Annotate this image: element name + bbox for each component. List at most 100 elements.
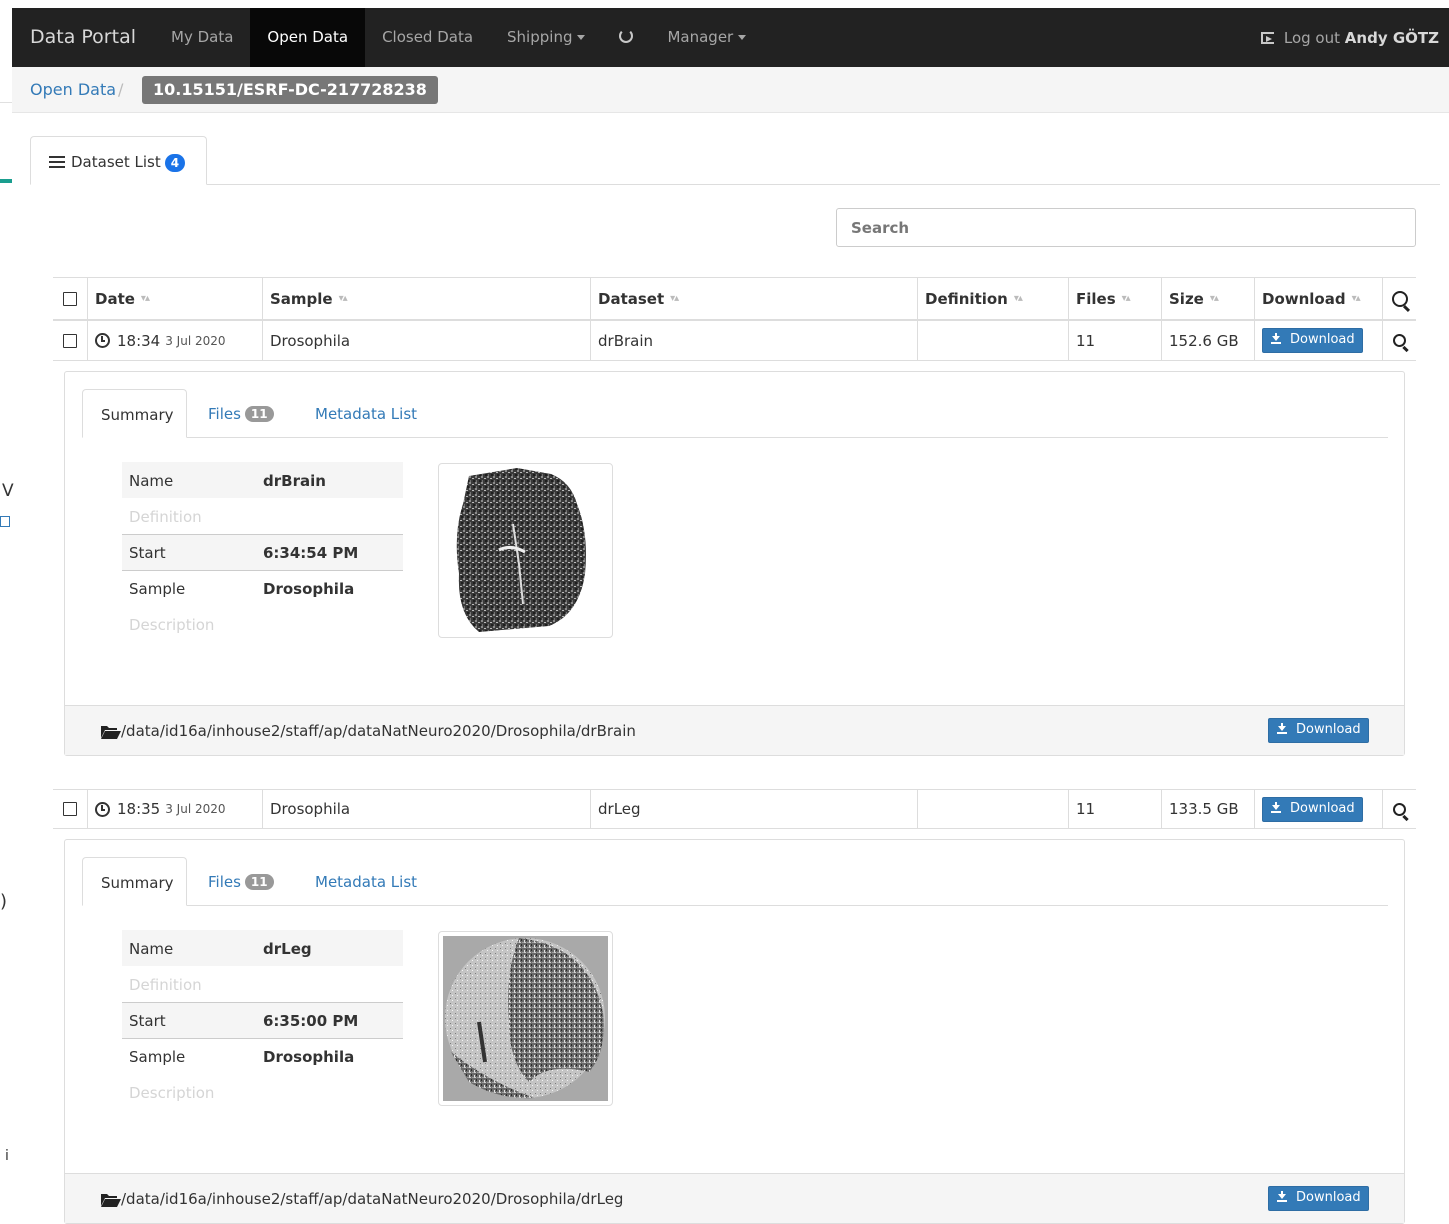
header-date-label: Date (95, 289, 135, 308)
nav-shipping[interactable]: Shipping (490, 8, 602, 67)
breadcrumb: Open Data / 10.15151/ESRF-DC-217728238 (12, 67, 1449, 113)
summary-row-start: Start 6:35:00 PM (122, 1002, 403, 1038)
tab-files-label: Files (208, 873, 241, 891)
row-files: 11 (1068, 790, 1161, 828)
mail-icon[interactable] (0, 516, 10, 527)
header-sample[interactable]: Sample ▾▴ (262, 278, 590, 319)
thumbnail-image (456, 468, 586, 632)
summary-row-sample: Sample Drosophila (122, 570, 403, 606)
zoom-icon[interactable] (1391, 290, 1408, 307)
summary-key: Name (129, 939, 174, 958)
sort-icon: ▾▴ (1121, 293, 1131, 304)
folder-open-icon (101, 726, 121, 739)
summary-value: 6:34:54 PM (263, 543, 359, 562)
row-date-text: 3 Jul 2020 (165, 802, 226, 816)
row-time: 18:35 (117, 800, 161, 818)
tab-summary[interactable]: Summary (82, 857, 187, 906)
download-button[interactable]: Download (1262, 796, 1363, 822)
breadcrumb-doi-label: 10.15151/ESRF-DC-217728238 (142, 76, 438, 104)
summary-row-description: Description (122, 1074, 403, 1110)
tab-metadata-list[interactable]: Metadata List (315, 857, 417, 906)
nav-my-data[interactable]: My Data (154, 8, 250, 67)
detail-tabs: Summary Files 11 Metadata List (82, 389, 1388, 438)
dataset-count-badge: 4 (164, 153, 186, 172)
nav-open-data[interactable]: Open Data (250, 8, 366, 67)
table-row[interactable]: 18:35 3 Jul 2020 Drosophila drLeg 11 133.… (53, 789, 1416, 829)
left-edge-text: ) (0, 891, 8, 912)
zoom-icon[interactable] (1393, 334, 1406, 347)
tab-dataset-list[interactable]: Dataset List 4 (30, 136, 207, 185)
user-name: Andy GÖTZ (1344, 28, 1439, 47)
header-sample-label: Sample (270, 289, 333, 308)
tab-summary[interactable]: Summary (82, 389, 187, 438)
dataset-detail-panel: Summary Files 11 Metadata List Name drLeg … (64, 839, 1405, 1224)
select-all-checkbox[interactable] (63, 291, 77, 306)
zoom-icon[interactable] (1393, 802, 1406, 816)
header-date[interactable]: Date ▾▴ (87, 278, 262, 319)
nav-refresh[interactable] (602, 8, 650, 67)
files-count-badge: 11 (244, 406, 274, 422)
left-edge-text: V (2, 481, 14, 501)
sort-icon: ▾▴ (1209, 293, 1219, 304)
sort-icon: ▾▴ (338, 293, 348, 304)
select-all-cell (53, 278, 87, 319)
download-button[interactable]: Download (1268, 718, 1369, 743)
tab-metadata-list[interactable]: Metadata List (315, 389, 417, 438)
summary-key: Definition (129, 507, 202, 526)
header-definition[interactable]: Definition ▾▴ (917, 278, 1068, 319)
brand-link[interactable]: Data Portal (12, 8, 154, 67)
tab-dataset-list-label: Dataset List (71, 153, 161, 171)
sort-icon: ▾▴ (1351, 293, 1361, 304)
detail-tabs: Summary Files 11 Metadata List (82, 857, 1388, 906)
header-size[interactable]: Size ▾▴ (1161, 278, 1254, 319)
dataset-path: /data/id16a/inhouse2/staff/ap/dataNatNeu… (121, 722, 636, 740)
download-icon (1277, 1191, 1287, 1202)
nav-closed-data[interactable]: Closed Data (365, 8, 490, 67)
row-sample: Drosophila (262, 321, 590, 360)
summary-key: Name (129, 471, 174, 490)
download-icon (1271, 801, 1281, 813)
summary-key: Sample (129, 1047, 186, 1066)
row-definition (917, 321, 1068, 360)
summary-key: Description (129, 615, 215, 634)
search-input[interactable] (836, 208, 1416, 247)
row-checkbox[interactable] (63, 802, 77, 816)
header-files[interactable]: Files ▾▴ (1068, 278, 1161, 319)
tab-files-label: Files (208, 405, 241, 423)
row-sample: Drosophila (262, 790, 590, 828)
dataset-thumbnail[interactable] (438, 463, 613, 638)
logout-icon (1260, 31, 1274, 44)
download-label: Download (1290, 332, 1355, 347)
dataset-detail-panel: Summary Files 11 Metadata List Name drBrai… (64, 371, 1405, 756)
breadcrumb-open-data[interactable]: Open Data (30, 80, 116, 99)
download-label: Download (1296, 722, 1361, 737)
header-download[interactable]: Download ▾▴ (1254, 278, 1382, 319)
logout-link[interactable]: Log out Andy GÖTZ (1260, 28, 1449, 47)
row-zoom-cell (1382, 321, 1416, 360)
table-row[interactable]: 18:34 3 Jul 2020 Drosophila drBrain 11 15… (53, 321, 1416, 361)
row-checkbox[interactable] (63, 333, 77, 348)
nav-shipping-label: Shipping (507, 28, 573, 46)
dataset-path-footer: /data/id16a/inhouse2/staff/ap/dataNatNeu… (65, 1173, 1404, 1223)
sort-icon: ▾▴ (1013, 293, 1023, 304)
sort-icon: ▾▴ (140, 293, 150, 304)
summary-table: Name drLeg Definition Start 6:35:00 PM Sam… (122, 930, 403, 1110)
summary-key: Sample (129, 579, 186, 598)
summary-key: Description (129, 1083, 215, 1102)
summary-key: Definition (129, 975, 202, 994)
header-size-label: Size (1169, 289, 1204, 308)
row-dataset: drLeg (590, 790, 917, 828)
nav-manager[interactable]: Manager (650, 8, 763, 67)
folder-open-icon (101, 1194, 121, 1207)
download-button[interactable]: Download (1268, 1186, 1369, 1211)
tab-files[interactable]: Files 11 (208, 857, 274, 906)
summary-row-name: Name drBrain (122, 462, 403, 498)
dataset-thumbnail[interactable] (438, 931, 613, 1106)
download-button[interactable]: Download (1262, 328, 1363, 353)
caret-down-icon (738, 35, 747, 40)
tab-files[interactable]: Files 11 (208, 389, 274, 438)
summary-table: Name drBrain Definition Start 6:34:54 PM S… (122, 462, 403, 642)
logout-label: Log out (1283, 28, 1341, 47)
clock-icon (95, 333, 110, 348)
header-dataset[interactable]: Dataset ▾▴ (590, 278, 917, 319)
